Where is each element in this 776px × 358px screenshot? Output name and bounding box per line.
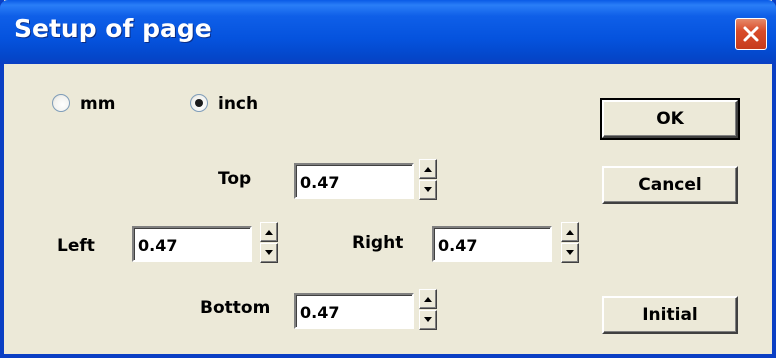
arrow-down-icon bbox=[424, 187, 432, 192]
arrow-down-icon bbox=[265, 250, 273, 255]
bottom-margin-spinner[interactable] bbox=[419, 289, 437, 331]
initial-button[interactable]: Initial bbox=[602, 296, 738, 334]
left-margin-input[interactable] bbox=[138, 234, 238, 256]
left-margin-spinner[interactable] bbox=[260, 222, 278, 264]
top-margin-input[interactable] bbox=[300, 171, 400, 193]
right-margin-spinner[interactable] bbox=[561, 222, 579, 264]
cancel-button[interactable]: Cancel bbox=[602, 166, 738, 204]
bottom-margin-input[interactable] bbox=[300, 301, 400, 323]
right-margin-decrement-button[interactable] bbox=[561, 243, 579, 263]
top-margin-decrement-button[interactable] bbox=[419, 180, 437, 200]
right-margin-label: Right bbox=[352, 233, 404, 253]
arrow-up-icon bbox=[566, 230, 574, 235]
bottom-margin-decrement-button[interactable] bbox=[419, 310, 437, 330]
unit-radio-inch[interactable] bbox=[190, 94, 208, 112]
arrow-up-icon bbox=[424, 297, 432, 302]
bottom-margin-increment-button[interactable] bbox=[419, 289, 437, 309]
unit-radio-mm-label: mm bbox=[80, 94, 116, 114]
bottom-margin-label: Bottom bbox=[200, 298, 271, 318]
left-margin-label: Left bbox=[57, 236, 95, 256]
top-margin-spinner[interactable] bbox=[419, 159, 437, 201]
arrow-up-icon bbox=[265, 230, 273, 235]
close-button[interactable] bbox=[735, 18, 767, 50]
unit-radio-inch-label: inch bbox=[218, 94, 259, 114]
top-margin-field[interactable] bbox=[294, 163, 414, 199]
arrow-down-icon bbox=[566, 250, 574, 255]
right-margin-field[interactable] bbox=[432, 226, 552, 262]
right-margin-input[interactable] bbox=[438, 234, 538, 256]
title-bar[interactable]: Setup of page bbox=[0, 0, 776, 64]
close-icon bbox=[743, 26, 759, 42]
top-margin-increment-button[interactable] bbox=[419, 159, 437, 179]
left-margin-field[interactable] bbox=[132, 226, 252, 262]
arrow-up-icon bbox=[424, 167, 432, 172]
left-margin-increment-button[interactable] bbox=[260, 222, 278, 242]
ok-button[interactable]: OK bbox=[600, 98, 740, 140]
bottom-margin-field[interactable] bbox=[294, 293, 414, 329]
top-margin-label: Top bbox=[218, 169, 252, 189]
unit-radio-mm[interactable] bbox=[52, 94, 70, 112]
page-setup-dialog: Setup of page mm inch Top Left bbox=[0, 0, 776, 358]
right-margin-increment-button[interactable] bbox=[561, 222, 579, 242]
left-margin-decrement-button[interactable] bbox=[260, 243, 278, 263]
dialog-title: Setup of page bbox=[14, 14, 212, 43]
arrow-down-icon bbox=[424, 317, 432, 322]
